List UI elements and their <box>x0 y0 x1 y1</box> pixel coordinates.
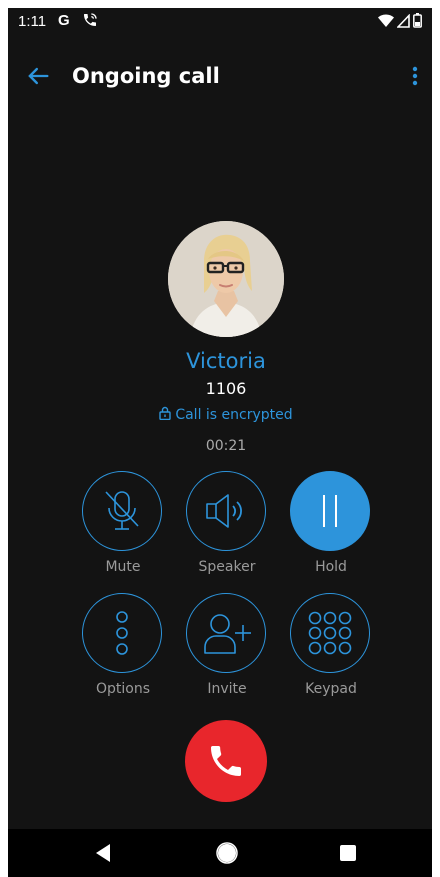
status-bar: 1:11 G <box>8 8 432 36</box>
speaker-button[interactable]: Speaker <box>182 471 272 581</box>
mute-button[interactable]: Mute <box>78 471 168 581</box>
speaker-icon <box>206 494 242 528</box>
signal-icon <box>397 13 410 28</box>
speaker-circle <box>186 471 266 551</box>
page-title: Ongoing call <box>72 64 220 88</box>
more-vertical-icon <box>412 66 418 86</box>
nav-back-icon[interactable] <box>94 843 112 863</box>
phone-icon <box>211 746 241 776</box>
keypad-circle <box>290 593 370 673</box>
arrow-back-icon <box>28 67 49 85</box>
mute-label: Mute <box>105 559 141 575</box>
options-button[interactable]: Options <box>78 593 168 703</box>
options-label: Options <box>95 681 151 697</box>
encryption-status: Call is encrypted <box>8 406 432 423</box>
invite-label: Invite <box>207 681 247 697</box>
invite-button[interactable]: Invite <box>182 593 272 703</box>
app-bar: Ongoing call <box>8 52 432 100</box>
hold-label: Hold <box>315 559 347 575</box>
end-call-button[interactable] <box>185 720 267 802</box>
contact-number: 1106 <box>205 379 247 398</box>
nav-home-icon[interactable] <box>216 842 238 864</box>
call-timer: 00:21 <box>205 438 247 454</box>
mic-off-icon <box>105 491 139 530</box>
contact-avatar <box>168 221 284 337</box>
wifi-icon <box>378 14 394 27</box>
pause-icon <box>323 495 337 527</box>
hold-button[interactable]: Hold <box>286 471 376 581</box>
options-circle <box>82 593 162 673</box>
invite-circle <box>186 593 266 673</box>
speaker-label: Speaker <box>198 559 256 575</box>
nav-recents-icon[interactable] <box>340 845 356 861</box>
mute-circle <box>82 471 162 551</box>
navigation-bar <box>8 829 432 877</box>
keypad-icon <box>308 611 352 655</box>
battery-icon <box>413 13 422 28</box>
hold-circle <box>290 471 370 551</box>
lock-icon <box>159 406 172 421</box>
back-button[interactable] <box>24 62 52 90</box>
status-icons <box>378 13 422 28</box>
encryption-text: Call is encrypted <box>175 407 293 423</box>
keypad-button[interactable]: Keypad <box>286 593 376 703</box>
contact-name: Victoria <box>186 349 266 373</box>
google-icon: G <box>58 12 70 29</box>
call-active-icon <box>82 12 98 33</box>
options-dots-icon <box>116 611 128 655</box>
more-options-button[interactable] <box>404 62 426 90</box>
keypad-label: Keypad <box>305 681 357 697</box>
phone-screen: 1:11 G Ongoing call Victoria 1106 Call i… <box>8 8 432 877</box>
status-time: 1:11 <box>18 13 47 30</box>
add-person-icon <box>204 614 251 654</box>
